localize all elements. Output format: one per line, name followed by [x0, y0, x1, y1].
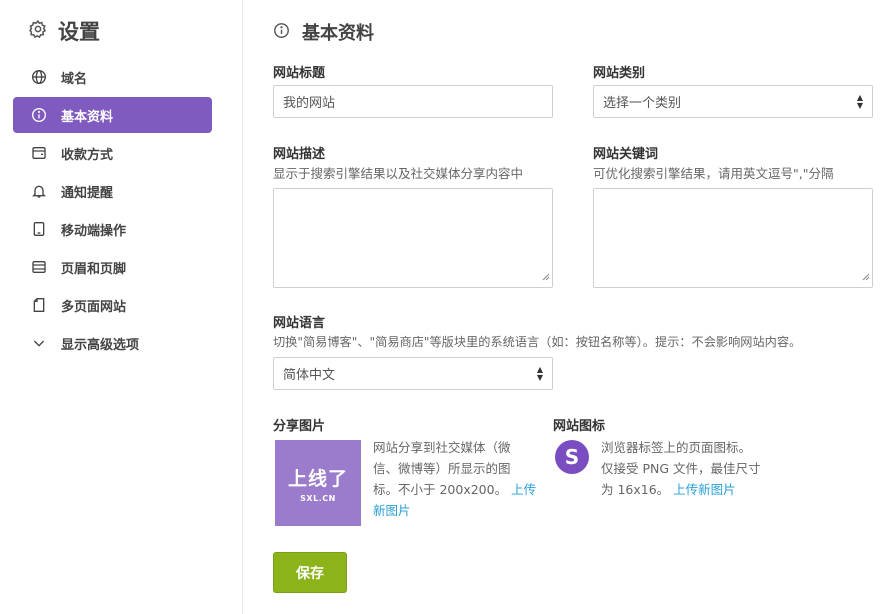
site-icon-desc-line: 浏览器标签上的页面图标。	[601, 440, 752, 455]
sidebar-item-mobile[interactable]: 移动端操作	[13, 211, 212, 247]
mobile-icon	[30, 220, 48, 238]
share-image-desc-line: 信、微博等）所显示的图	[373, 461, 511, 476]
site-language-value: 简体中文	[283, 368, 336, 383]
sidebar-item-label: 收款方式	[61, 147, 114, 163]
share-image-brand-sub: SXL.CN	[300, 493, 336, 503]
site-icon-description: 浏览器标签上的页面图标。 仅接受 PNG 文件，最佳尺寸 为 16x16。 上传…	[601, 437, 801, 500]
sidebar-item-label: 多页面网站	[61, 299, 127, 315]
site-keywords-hint: 可优化搜索引擎结果，请用英文逗号","分隔	[593, 166, 834, 181]
site-category-select[interactable]: 选择一个类别 ▲ ▼	[593, 85, 873, 118]
upload-share-image-link-a[interactable]: 上传	[511, 482, 536, 497]
site-icon-desc-line: 为 16x16。	[601, 482, 670, 497]
sidebar-item-notifications[interactable]: 通知提醒	[13, 173, 212, 209]
sidebar-item-label: 基本资料	[61, 109, 114, 125]
globe-icon	[30, 68, 48, 86]
sidebar-item-domain[interactable]: 域名	[13, 59, 212, 95]
sidebar-item-basic-info[interactable]: 基本资料	[13, 97, 212, 133]
gear-icon	[28, 19, 48, 43]
sidebar-item-label: 页眉和页脚	[61, 261, 127, 277]
select-arrows-icon: ▲ ▼	[536, 364, 543, 382]
share-image-description: 网站分享到社交媒体（微 信、微博等）所显示的图 标。不小于 200x200。 上…	[373, 437, 558, 521]
sidebar-item-multipage[interactable]: 多页面网站	[13, 287, 212, 323]
share-image-preview: 上线了 SXL.CN	[275, 440, 361, 526]
site-language-select[interactable]: 简体中文 ▲ ▼	[273, 357, 553, 390]
share-image-desc-line: 标。不小于 200x200。	[373, 482, 508, 497]
sidebar-item-label: 通知提醒	[61, 185, 114, 201]
sidebar-item-label: 域名	[61, 71, 88, 87]
page-header: 基本资料	[273, 19, 374, 45]
resize-grip-icon[interactable]	[542, 266, 550, 285]
site-description-label: 网站描述	[273, 147, 326, 162]
sidebar-item-label: 移动端操作	[61, 223, 127, 239]
share-image-brand: 上线了	[287, 467, 348, 490]
site-keywords-textarea[interactable]	[593, 188, 873, 288]
info-icon	[30, 106, 48, 124]
page-title: 基本资料	[302, 23, 374, 44]
wallet-icon	[30, 144, 48, 162]
site-icon-desc-line: 仅接受 PNG 文件，最佳尺寸	[601, 461, 761, 476]
header-footer-icon	[30, 258, 48, 276]
bell-icon	[30, 182, 48, 200]
basic-info-panel: 基本资料 网站标题 我的网站 网站类别 选择一个类别 ▲ ▼ 网站描述 显示于搜索…	[273, 0, 883, 614]
site-description-hint: 显示于搜索引擎结果以及社交媒体分享内容中	[273, 166, 524, 181]
site-language-label: 网站语言	[273, 316, 326, 331]
sidebar-nav: 域名 基本资料 收款方式 通知提醒 移动端操作 页眉和页脚 多页面网站 显示高级…	[13, 59, 212, 363]
sidebar-item-header-footer[interactable]: 页眉和页脚	[13, 249, 212, 285]
upload-share-image-link-b[interactable]: 新图片	[373, 503, 411, 518]
site-category-value: 选择一个类别	[603, 96, 682, 111]
pages-icon	[30, 296, 48, 314]
site-favicon-preview: S	[555, 440, 589, 474]
site-title-label: 网站标题	[273, 66, 326, 81]
site-language-hint: 切换"简易博客"、"简易商店"等版块里的系统语言（如：按钮名称等）。提示：不会影…	[273, 335, 802, 349]
settings-sidebar: 设置 域名 基本资料 收款方式 通知提醒 移动端操作 页眉和页脚 多页面网站 显…	[0, 0, 243, 614]
resize-grip-icon[interactable]	[862, 266, 870, 285]
favicon-letter: S	[564, 445, 580, 469]
save-button[interactable]: 保存	[273, 552, 347, 593]
site-category-label: 网站类别	[593, 66, 646, 81]
sidebar-item-advanced[interactable]: 显示高级选项	[13, 325, 212, 361]
select-arrows-icon: ▲ ▼	[856, 92, 863, 110]
info-icon	[273, 22, 290, 43]
site-keywords-label: 网站关键词	[593, 147, 659, 162]
sidebar-header: 设置	[28, 16, 100, 46]
sidebar-item-payment[interactable]: 收款方式	[13, 135, 212, 171]
chevron-down-icon	[30, 334, 48, 352]
share-image-label: 分享图片	[273, 419, 326, 434]
site-title-input[interactable]: 我的网站	[273, 85, 553, 118]
upload-site-icon-link[interactable]: 上传新图片	[673, 482, 736, 497]
site-icon-label: 网站图标	[553, 419, 606, 434]
site-description-textarea[interactable]	[273, 188, 553, 288]
sidebar-title: 设置	[58, 20, 100, 44]
sidebar-item-label: 显示高级选项	[61, 337, 140, 353]
share-image-desc-line: 网站分享到社交媒体（微	[373, 440, 511, 455]
site-title-value: 我的网站	[283, 96, 336, 111]
